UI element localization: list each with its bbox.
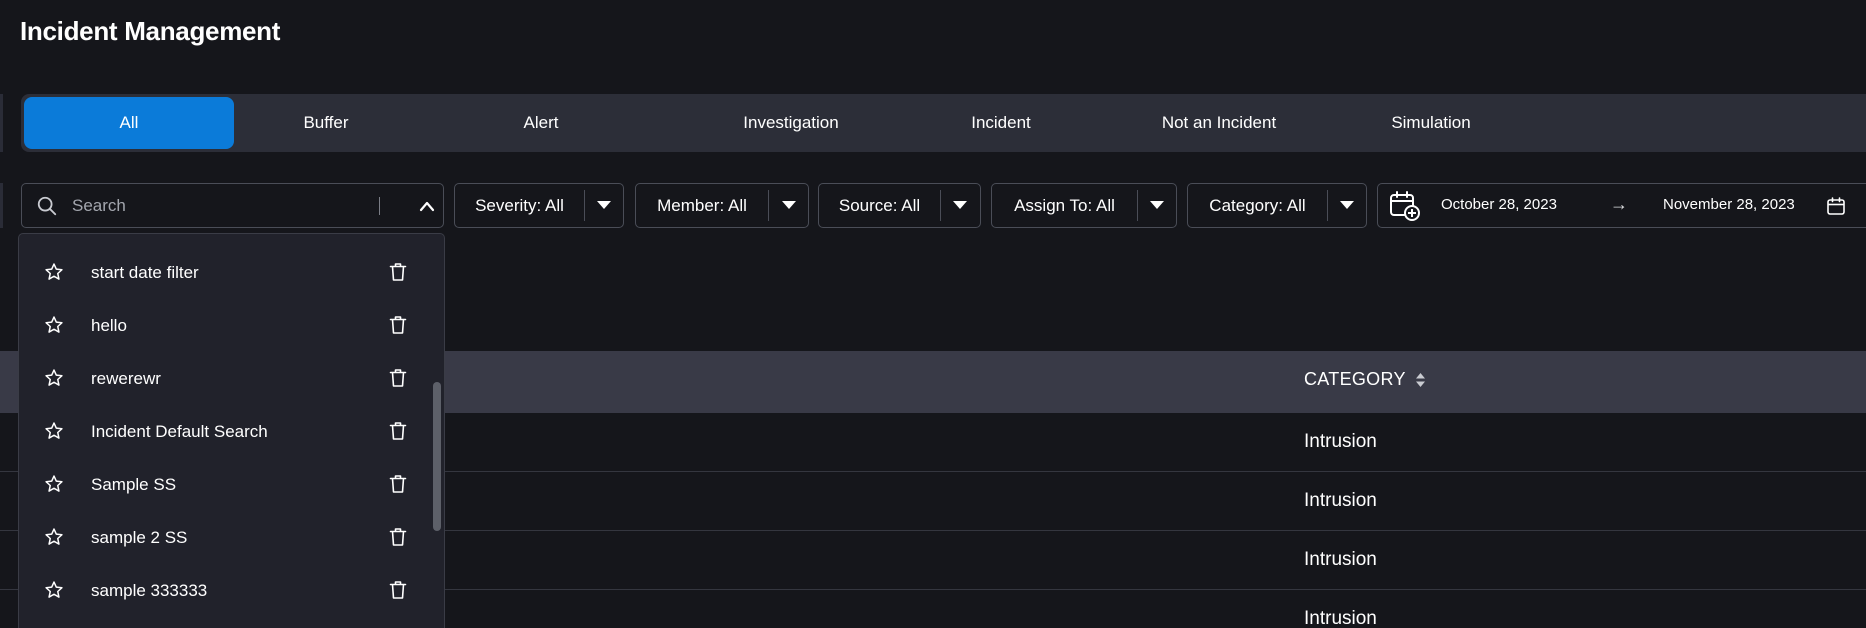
search-icon	[37, 196, 57, 216]
saved-searches-dropdown: start date filter hello rewerewr Inciden…	[18, 233, 445, 628]
tab-investigation[interactable]: Investigation	[711, 97, 871, 149]
calendar-icon[interactable]	[1826, 196, 1846, 216]
source-filter-divider	[940, 190, 941, 221]
category-filter-label: Category: All	[1209, 195, 1306, 215]
trash-icon[interactable]	[389, 315, 407, 335]
trash-icon[interactable]	[389, 262, 407, 282]
dropdown-scrollbar-thumb[interactable]	[433, 382, 441, 531]
status-tabs: All Buffer Alert Investigation Incident …	[21, 94, 1866, 152]
tab-all[interactable]: All	[24, 97, 234, 149]
source-filter[interactable]: Source: All	[818, 183, 981, 228]
saved-search-item[interactable]: sample 2 SS	[19, 511, 429, 564]
severity-filter[interactable]: Severity: All	[454, 183, 624, 228]
assign-to-filter[interactable]: Assign To: All	[991, 183, 1177, 228]
date-end-text: November 28, 2023	[1663, 196, 1795, 213]
chevron-up-icon[interactable]	[417, 197, 437, 215]
caret-down-icon[interactable]	[782, 199, 796, 211]
search-input[interactable]	[72, 194, 372, 218]
saved-search-item[interactable]: sample 333333	[19, 564, 429, 617]
date-range-picker[interactable]: October 28, 2023 → November 28, 2023	[1377, 183, 1866, 228]
tab-buffer[interactable]: Buffer	[261, 97, 391, 149]
saved-search-label: Sample SS	[91, 474, 177, 494]
caret-down-icon[interactable]	[1340, 199, 1354, 211]
sort-icon[interactable]	[1415, 372, 1426, 388]
star-icon[interactable]	[44, 474, 64, 494]
search-box[interactable]	[21, 183, 444, 228]
saved-search-label: hello	[91, 315, 127, 335]
tab-simulation[interactable]: Simulation	[1356, 97, 1506, 149]
saved-search-item[interactable]: start date filter	[19, 246, 429, 299]
category-cell: Intrusion	[1304, 490, 1377, 511]
severity-filter-divider	[584, 190, 585, 221]
saved-search-item[interactable]: Incident Default Search	[19, 405, 429, 458]
trash-icon[interactable]	[389, 580, 407, 600]
saved-search-item[interactable]: rewerewr	[19, 352, 429, 405]
column-header-category[interactable]: CATEGORY	[1304, 369, 1426, 390]
star-icon[interactable]	[44, 262, 64, 282]
calendar-add-icon[interactable]	[1389, 190, 1421, 222]
left-edge-tabs	[0, 94, 3, 152]
category-filter-divider	[1327, 190, 1328, 221]
assign-to-filter-divider	[1137, 190, 1138, 221]
saved-search-item[interactable]: hello	[19, 299, 429, 352]
search-divider	[379, 197, 380, 215]
caret-down-icon[interactable]	[953, 199, 967, 211]
tab-not-an-incident[interactable]: Not an Incident	[1129, 97, 1309, 149]
star-icon[interactable]	[44, 580, 64, 600]
saved-search-label: start date filter	[91, 262, 199, 282]
date-start[interactable]: October 28, 2023	[1441, 196, 1557, 213]
star-icon[interactable]	[44, 527, 64, 547]
member-filter-label: Member: All	[657, 195, 747, 215]
saved-search-label: sample 333333	[91, 580, 208, 600]
category-cell: Intrusion	[1304, 608, 1377, 628]
category-filter[interactable]: Category: All	[1187, 183, 1367, 228]
page-title: Incident Management	[20, 16, 281, 46]
category-cell: Intrusion	[1304, 549, 1377, 570]
star-icon[interactable]	[44, 368, 64, 388]
trash-icon[interactable]	[389, 527, 407, 547]
star-icon[interactable]	[44, 315, 64, 335]
member-filter-divider	[768, 190, 769, 221]
star-icon[interactable]	[44, 421, 64, 441]
category-cell: Intrusion	[1304, 431, 1377, 452]
page: Incident Management All Buffer Alert Inv…	[0, 0, 1866, 628]
member-filter[interactable]: Member: All	[635, 183, 809, 228]
caret-down-icon[interactable]	[1150, 199, 1164, 211]
saved-search-label: rewerewr	[91, 368, 161, 388]
caret-down-icon[interactable]	[597, 199, 611, 211]
left-edge-filters	[0, 183, 3, 228]
assign-to-filter-label: Assign To: All	[1014, 195, 1115, 215]
source-filter-label: Source: All	[838, 195, 921, 215]
severity-filter-label: Severity: All	[475, 195, 564, 215]
trash-icon[interactable]	[389, 421, 407, 441]
date-separator-arrow: →	[1610, 194, 1628, 214]
trash-icon[interactable]	[389, 368, 407, 388]
tab-alert[interactable]: Alert	[491, 97, 591, 149]
saved-search-label: Incident Default Search	[91, 421, 268, 441]
column-header-category-label: CATEGORY	[1304, 369, 1406, 389]
tab-incident[interactable]: Incident	[941, 97, 1061, 149]
date-end[interactable]: November 28, 2023	[1663, 196, 1800, 213]
saved-search-item[interactable]: Sample SS	[19, 458, 429, 511]
saved-search-label: sample 2 SS	[91, 527, 188, 547]
trash-icon[interactable]	[389, 474, 407, 494]
